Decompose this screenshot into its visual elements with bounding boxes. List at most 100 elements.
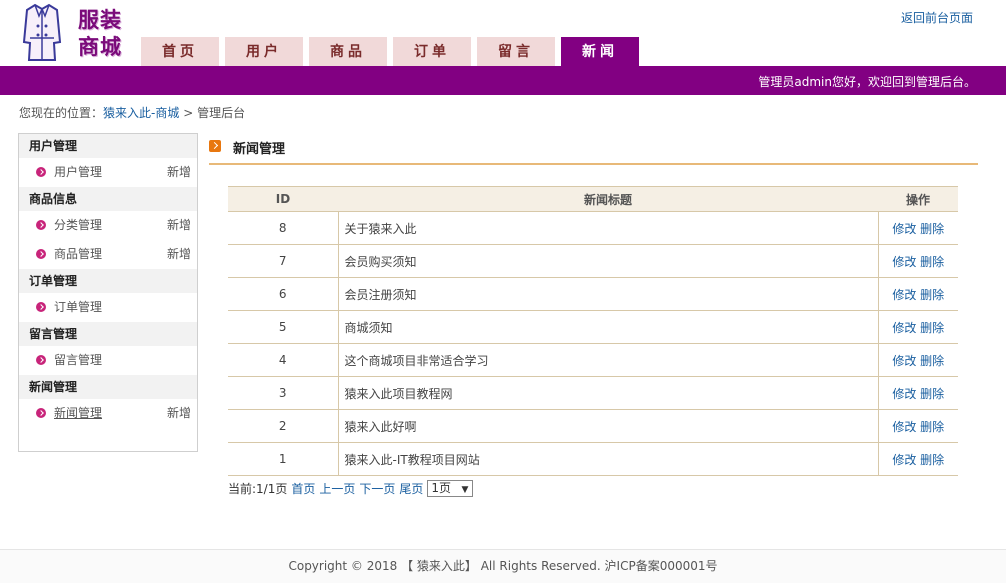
table-row: 6 会员注册须知 修改 删除 bbox=[228, 277, 958, 311]
cell-id: 3 bbox=[228, 376, 339, 410]
sidebar-item-category-manage[interactable]: 分类管理 新增 bbox=[19, 211, 197, 240]
sidebar-item-label[interactable]: 订单管理 bbox=[54, 300, 102, 314]
table-row: 5 商城须知 修改 删除 bbox=[228, 310, 958, 344]
arrow-right-icon bbox=[209, 140, 221, 152]
cell-id: 7 bbox=[228, 244, 339, 278]
sidebar-item-order-manage[interactable]: 订单管理 bbox=[19, 293, 197, 322]
logo-line1: 服装 bbox=[78, 7, 122, 32]
cell-title: 会员注册须知 bbox=[338, 277, 879, 311]
nav-tab-home[interactable]: 首页 bbox=[141, 37, 219, 66]
arrow-bullet-icon bbox=[36, 220, 46, 230]
sidebar-item-user-manage[interactable]: 用户管理 新增 bbox=[19, 158, 197, 187]
sidebar-item-label[interactable]: 用户管理 bbox=[54, 165, 102, 179]
sidebar-item-label[interactable]: 商品管理 bbox=[54, 247, 102, 261]
cell-id: 2 bbox=[228, 409, 339, 443]
sidebar-item-label[interactable]: 分类管理 bbox=[54, 218, 102, 232]
sidebar-add-news-link[interactable]: 新增 bbox=[167, 399, 191, 428]
sidebar-item-label[interactable]: 留言管理 bbox=[54, 353, 102, 367]
pager-prev-link[interactable]: 上一页 bbox=[319, 480, 355, 497]
arrow-bullet-icon bbox=[36, 355, 46, 365]
section-header: 新闻管理 bbox=[209, 136, 978, 165]
sidebar-item-product-manage[interactable]: 商品管理 新增 bbox=[19, 240, 197, 269]
sidebar: 用户管理 用户管理 新增 商品信息 分类管理 新增 商品管理 新增 订单管理 订… bbox=[18, 133, 198, 452]
edit-link[interactable]: 修改 bbox=[892, 387, 916, 401]
pager-last-link[interactable]: 尾页 bbox=[399, 480, 423, 497]
nav-tab-messages[interactable]: 留言 bbox=[477, 37, 555, 66]
arrow-bullet-icon bbox=[36, 408, 46, 418]
pager-next-link[interactable]: 下一页 bbox=[359, 480, 395, 497]
sidebar-group-users: 用户管理 bbox=[19, 134, 197, 158]
main-nav: 首页 用户 商品 订单 留言 新闻 bbox=[141, 37, 645, 66]
welcome-text: 管理员admin您好，欢迎回到管理后台。 bbox=[758, 75, 976, 89]
delete-link[interactable]: 删除 bbox=[920, 222, 944, 236]
edit-link[interactable]: 修改 bbox=[892, 420, 916, 434]
edit-link[interactable]: 修改 bbox=[892, 321, 916, 335]
delete-link[interactable]: 删除 bbox=[920, 255, 944, 269]
sidebar-item-news-manage[interactable]: 新闻管理 新增 bbox=[19, 399, 197, 428]
edit-link[interactable]: 修改 bbox=[892, 288, 916, 302]
nav-tab-news[interactable]: 新闻 bbox=[561, 37, 639, 66]
cell-title: 猿来入此-IT教程项目网站 bbox=[338, 442, 879, 476]
news-table: ID 新闻标题 操作 8 关于猿来入此 修改 删除 7 会员购买须知 修改 删除… bbox=[228, 186, 958, 476]
cell-id: 4 bbox=[228, 343, 339, 377]
sidebar-group-messages: 留言管理 bbox=[19, 322, 197, 346]
cell-id: 1 bbox=[228, 442, 339, 476]
edit-link[interactable]: 修改 bbox=[892, 453, 916, 467]
caret-down-icon: ▼ bbox=[461, 485, 469, 495]
cell-actions: 修改 删除 bbox=[878, 277, 958, 311]
delete-link[interactable]: 删除 bbox=[920, 387, 944, 401]
pager-first-link[interactable]: 首页 bbox=[291, 480, 315, 497]
breadcrumb-separator: > bbox=[183, 106, 194, 120]
sidebar-add-product-link[interactable]: 新增 bbox=[167, 240, 191, 269]
cell-actions: 修改 删除 bbox=[878, 442, 958, 476]
cell-actions: 修改 删除 bbox=[878, 409, 958, 443]
sidebar-group-orders: 订单管理 bbox=[19, 269, 197, 293]
table-header-row: ID 新闻标题 操作 bbox=[228, 186, 958, 212]
delete-link[interactable]: 删除 bbox=[920, 288, 944, 302]
arrow-bullet-icon bbox=[36, 167, 46, 177]
table-row: 1 猿来入此-IT教程项目网站 修改 删除 bbox=[228, 442, 958, 476]
edit-link[interactable]: 修改 bbox=[892, 255, 916, 269]
cell-title: 猿来入此好啊 bbox=[338, 409, 879, 443]
back-to-frontend-link[interactable]: 返回前台页面 bbox=[901, 9, 973, 26]
nav-tab-orders[interactable]: 订单 bbox=[393, 37, 471, 66]
cell-actions: 修改 删除 bbox=[878, 310, 958, 344]
pagination: 当前:1/1页 首页 上一页 下一页 尾页 1页 ▼ bbox=[228, 480, 474, 497]
column-header-id: ID bbox=[228, 186, 338, 212]
cell-actions: 修改 删除 bbox=[878, 343, 958, 377]
column-header-actions: 操作 bbox=[878, 186, 958, 212]
delete-link[interactable]: 删除 bbox=[920, 420, 944, 434]
breadcrumb-link-shop[interactable]: 猿来入此-商城 bbox=[103, 106, 179, 120]
arrow-bullet-icon bbox=[36, 302, 46, 312]
sidebar-add-user-link[interactable]: 新增 bbox=[167, 158, 191, 187]
cell-actions: 修改 删除 bbox=[878, 244, 958, 278]
cell-title: 猿来入此项目教程网 bbox=[338, 376, 879, 410]
table-row: 2 猿来入此好啊 修改 删除 bbox=[228, 409, 958, 443]
footer: Copyright © 2018 【 猿来入此】 All Rights Rese… bbox=[0, 549, 1006, 583]
logo-text: 服装 商城 bbox=[78, 6, 134, 60]
delete-link[interactable]: 删除 bbox=[920, 453, 944, 467]
edit-link[interactable]: 修改 bbox=[892, 354, 916, 368]
cell-title: 会员购买须知 bbox=[338, 244, 879, 278]
cell-title: 关于猿来入此 bbox=[338, 211, 879, 245]
sidebar-add-category-link[interactable]: 新增 bbox=[167, 211, 191, 240]
table-row: 7 会员购买须知 修改 删除 bbox=[228, 244, 958, 278]
edit-link[interactable]: 修改 bbox=[892, 222, 916, 236]
page-select[interactable]: 1页 ▼ bbox=[427, 480, 474, 497]
nav-tab-products[interactable]: 商品 bbox=[309, 37, 387, 66]
sidebar-item-label[interactable]: 新闻管理 bbox=[54, 406, 102, 420]
cell-id: 5 bbox=[228, 310, 339, 344]
delete-link[interactable]: 删除 bbox=[920, 354, 944, 368]
logo-line2: 商城 bbox=[78, 34, 122, 59]
cell-title: 商城须知 bbox=[338, 310, 879, 344]
sidebar-item-message-manage[interactable]: 留言管理 bbox=[19, 346, 197, 375]
nav-tab-users[interactable]: 用户 bbox=[225, 37, 303, 66]
pager-current: 当前:1/1页 bbox=[228, 482, 288, 496]
logo[interactable]: 服装 商城 bbox=[22, 2, 132, 64]
page-title: 新闻管理 bbox=[233, 142, 286, 157]
table-row: 4 这个商城项目非常适合学习 修改 删除 bbox=[228, 343, 958, 377]
column-header-title: 新闻标题 bbox=[338, 186, 878, 212]
cell-id: 8 bbox=[228, 211, 339, 245]
coat-icon bbox=[22, 3, 62, 61]
delete-link[interactable]: 删除 bbox=[920, 321, 944, 335]
